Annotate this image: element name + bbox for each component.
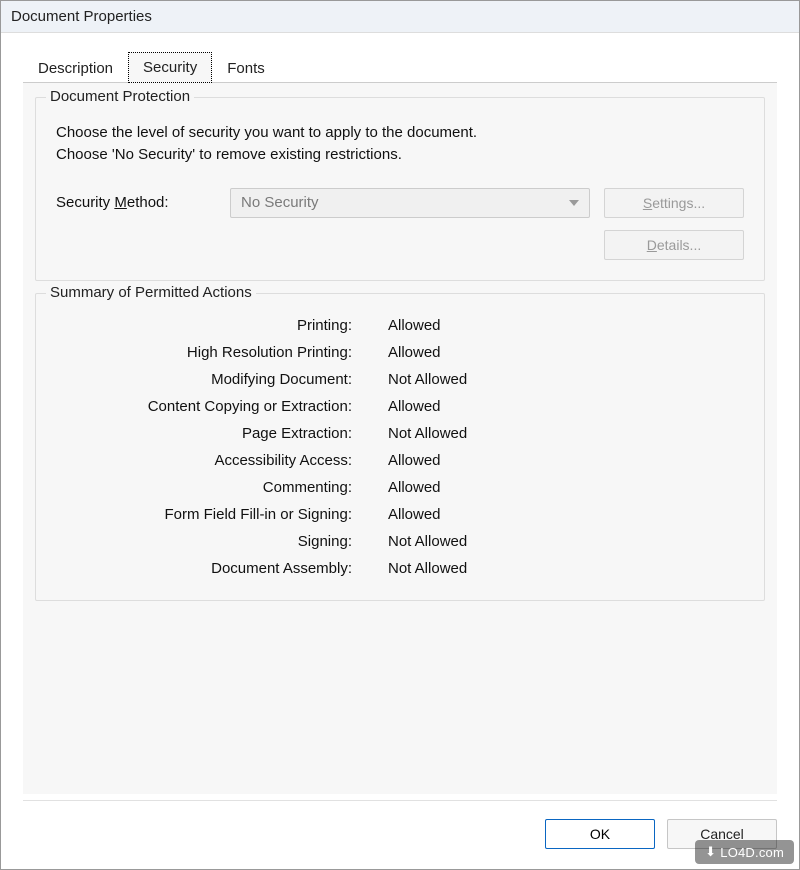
dialog-window: Document Properties Description Security… <box>0 0 800 870</box>
watermark-text: LO4D.com <box>720 845 784 860</box>
perm-label: Printing: <box>52 317 352 334</box>
perm-value: Not Allowed <box>388 560 748 577</box>
perm-value: Allowed <box>388 452 748 469</box>
settings-button: Settings... <box>604 188 744 218</box>
perm-value: Allowed <box>388 398 748 415</box>
download-icon: ⬇ <box>705 844 716 860</box>
perm-row: Signing: Not Allowed <box>52 528 748 555</box>
perm-label: Document Assembly: <box>52 560 352 577</box>
perm-row: Commenting: Allowed <box>52 474 748 501</box>
perm-label: High Resolution Printing: <box>52 344 352 361</box>
perm-label: Signing: <box>52 533 352 550</box>
group-legend-protection: Document Protection <box>46 88 194 105</box>
perm-row: Page Extraction: Not Allowed <box>52 420 748 447</box>
security-method-row: Security Method: No Security Settings... <box>56 188 744 218</box>
perm-row: Accessibility Access: Allowed <box>52 447 748 474</box>
group-document-protection: Document Protection Choose the level of … <box>35 97 765 281</box>
perm-row: Document Assembly: Not Allowed <box>52 555 748 582</box>
perm-value: Not Allowed <box>388 425 748 442</box>
dialog-button-row: OK Cancel <box>1 801 799 869</box>
protection-help-line2: Choose 'No Security' to remove existing … <box>56 146 402 163</box>
protection-help-line1: Choose the level of security you want to… <box>56 124 477 141</box>
perm-value: Not Allowed <box>388 533 748 550</box>
perm-row: Form Field Fill-in or Signing: Allowed <box>52 501 748 528</box>
watermark: ⬇ LO4D.com <box>695 840 794 864</box>
perm-label: Page Extraction: <box>52 425 352 442</box>
security-method-combo[interactable]: No Security <box>230 188 590 218</box>
window-title: Document Properties <box>1 1 799 33</box>
perm-value: Allowed <box>388 317 748 334</box>
summary-rows-container: Printing:AllowedHigh Resolution Printing… <box>52 312 748 582</box>
group-legend-summary: Summary of Permitted Actions <box>46 284 256 301</box>
perm-label: Form Field Fill-in or Signing: <box>52 506 352 523</box>
ok-button[interactable]: OK <box>545 819 655 849</box>
perm-label: Accessibility Access: <box>52 452 352 469</box>
perm-label: Modifying Document: <box>52 371 352 388</box>
perm-row: Content Copying or Extraction: Allowed <box>52 393 748 420</box>
perm-row: High Resolution Printing: Allowed <box>52 339 748 366</box>
tab-bar: Description Security Fonts <box>23 51 777 82</box>
chevron-down-icon <box>569 200 579 206</box>
perm-row: Modifying Document: Not Allowed <box>52 366 748 393</box>
perm-label: Content Copying or Extraction: <box>52 398 352 415</box>
tab-fonts[interactable]: Fonts <box>212 53 280 83</box>
tab-security[interactable]: Security <box>128 52 212 83</box>
security-method-label: Security Method: <box>56 194 216 211</box>
perm-value: Allowed <box>388 506 748 523</box>
perm-label: Commenting: <box>52 479 352 496</box>
perm-value: Allowed <box>388 479 748 496</box>
tab-description[interactable]: Description <box>23 53 128 83</box>
details-row: Details... <box>56 230 744 260</box>
tab-panel-security: Document Protection Choose the level of … <box>23 82 777 794</box>
protection-help-text: Choose the level of security you want to… <box>56 122 744 166</box>
details-button: Details... <box>604 230 744 260</box>
perm-value: Allowed <box>388 344 748 361</box>
security-method-value: No Security <box>241 194 319 211</box>
dialog-content: Description Security Fonts Document Prot… <box>1 33 799 801</box>
perm-value: Not Allowed <box>388 371 748 388</box>
perm-row: Printing: Allowed <box>52 312 748 339</box>
group-summary: Summary of Permitted Actions Printing:Al… <box>35 293 765 601</box>
